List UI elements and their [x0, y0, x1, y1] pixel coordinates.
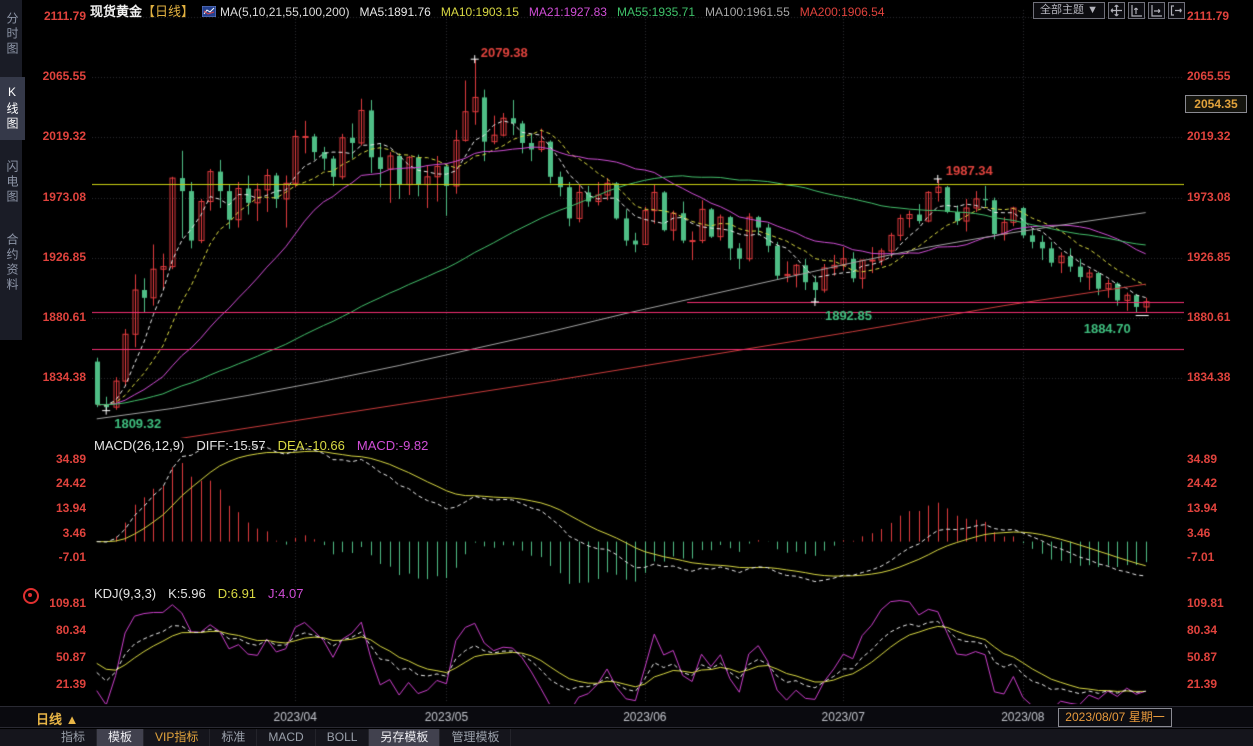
ma5-value: MA5:1891.76	[359, 5, 430, 19]
tab-indicators[interactable]: 指标	[50, 729, 97, 746]
price-axis-label-left: 1973.08	[24, 190, 86, 204]
price-axis-label-left: 1880.61	[24, 310, 86, 324]
kdj-axis-label-right: 50.87	[1187, 650, 1251, 664]
ma-params-label: MA(5,10,21,55,100,200)	[220, 5, 349, 19]
price-axis-label-right: 2111.79	[1187, 9, 1251, 23]
tab-standard[interactable]: 标准	[210, 729, 257, 746]
last-date-badge: 2023/08/07 星期一	[1058, 708, 1172, 727]
price-axis-label-right: 1926.85	[1187, 250, 1251, 264]
tab-boll[interactable]: BOLL	[316, 729, 370, 746]
price-axis-highlight: 2054.35	[1185, 95, 1247, 113]
macd-axis-label-left: 13.94	[24, 501, 86, 515]
ma100-value: MA100:1961.55	[705, 5, 790, 19]
kdj-axis-label-right: 80.34	[1187, 623, 1251, 637]
bottom-toolbar: 指标 模板 VIP指标 标准 MACD BOLL 另存模板 管理模板	[0, 729, 1253, 746]
period-tag: 【日线】	[142, 4, 194, 19]
header-controls: 全部主题 ▼	[1033, 2, 1185, 19]
tab-manage-templates[interactable]: 管理模板	[440, 729, 511, 746]
price-axis-label-left: 2019.32	[24, 129, 86, 143]
price-axis-label-right: 2065.55	[1187, 69, 1251, 83]
ma200-value: MA200:1906.54	[800, 5, 885, 19]
price-axis-label-left: 1834.38	[24, 370, 86, 384]
price-axis-label-left: 2065.55	[24, 69, 86, 83]
kdj-axis-label-left: 50.87	[24, 650, 86, 664]
kdj-axis-label-right: 21.39	[1187, 677, 1251, 691]
macd-axis-label-right: 3.46	[1187, 526, 1251, 540]
price-axis-label-left: 1926.85	[24, 250, 86, 264]
price-axis-label-right: 1973.08	[1187, 190, 1251, 204]
price-chart-canvas[interactable]	[92, 0, 1184, 728]
sidebar-item-kline-chart[interactable]: K线图	[0, 77, 25, 140]
price-axis-label-right: 2019.32	[1187, 129, 1251, 143]
tab-templates[interactable]: 模板	[97, 729, 144, 746]
macd-axis-label-right: 24.42	[1187, 476, 1251, 490]
macd-axis-label-left: -7.01	[24, 550, 86, 564]
symbol-name: 现货黄金	[90, 4, 142, 19]
kdj-axis-label-left: 80.34	[24, 623, 86, 637]
macd-axis-label-left: 34.89	[24, 452, 86, 466]
sidebar-item-lightning-chart[interactable]: 闪电图	[0, 152, 25, 213]
macd-axis-label-right: 34.89	[1187, 452, 1251, 466]
macd-axis-label-left: 24.42	[24, 476, 86, 490]
macd-axis-label-right: -7.01	[1187, 550, 1251, 564]
chart-header: 现货黄金【日线】 MA(5,10,21,55,100,200) MA5:1891.7…	[90, 1, 895, 16]
trading-app-window: 分时图 K线图 闪电图 合约资料 现货黄金【日线】 MA(5,10,21,55,1…	[0, 0, 1253, 746]
ma-indicator-icon	[202, 6, 216, 17]
price-axis-label-right: 1880.61	[1187, 310, 1251, 324]
scale-up-icon[interactable]	[1128, 2, 1145, 19]
tab-vip-indicators[interactable]: VIP指标	[144, 729, 210, 746]
tab-macd[interactable]: MACD	[257, 729, 315, 746]
scale-right-icon[interactable]	[1148, 2, 1165, 19]
period-selector[interactable]: 日线 ▲	[36, 709, 78, 728]
indicator-alert-icon[interactable]	[23, 588, 39, 604]
move-icon[interactable]	[1108, 2, 1125, 19]
left-sidebar: 分时图 K线图 闪电图 合约资料	[0, 0, 22, 340]
sidebar-item-contract-info[interactable]: 合约资料	[0, 225, 25, 301]
macd-axis-label-right: 13.94	[1187, 501, 1251, 515]
price-axis-label-right: 1834.38	[1187, 370, 1251, 384]
macd-axis-label-left: 3.46	[24, 526, 86, 540]
kdj-axis-label-left: 21.39	[24, 677, 86, 691]
theme-dropdown-button[interactable]: 全部主题 ▼	[1033, 2, 1105, 19]
tab-save-template[interactable]: 另存模板	[369, 729, 440, 746]
ma21-value: MA21:1927.83	[529, 5, 607, 19]
kdj-axis-label-right: 109.81	[1187, 596, 1251, 610]
sidebar-item-timeshare-chart[interactable]: 分时图	[0, 4, 25, 65]
price-axis-label-left: 2111.79	[24, 9, 86, 23]
shift-right-icon[interactable]	[1168, 2, 1185, 19]
ma10-value: MA10:1903.15	[441, 5, 519, 19]
ma55-value: MA55:1935.71	[617, 5, 695, 19]
